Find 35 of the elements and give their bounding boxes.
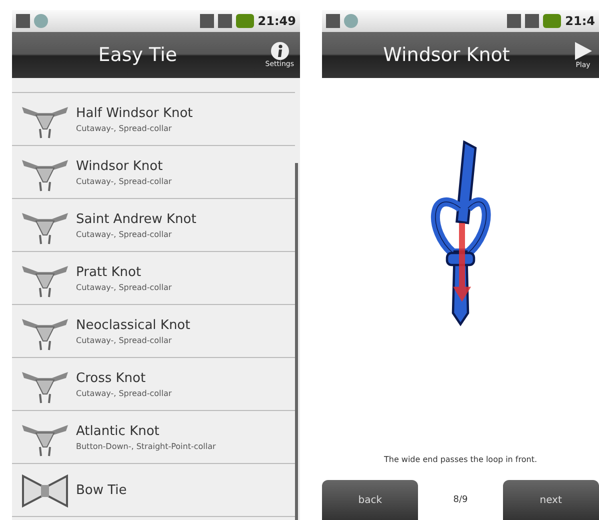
collar-types: Cutaway-, Spread-collar [76,176,172,186]
info-icon [270,42,289,60]
collar-types: Cutaway-, Spread-collar [76,388,172,398]
screen-title: Windsor Knot [382,44,511,66]
knot-list-item[interactable]: Saint Andrew Knot Cutaway-, Spread-collar [12,199,295,252]
knot-list-item[interactable]: Bow Tie [12,464,295,517]
knot-list-item[interactable]: Atlantic Knot Button-Down-, Straight-Point-collar [12,411,295,464]
collar-types: Button-Down-, Straight-Point-collar [76,442,216,450]
knot-name: Windsor Knot [76,158,164,174]
knot-name: Half Windsor Knot [76,106,193,120]
page-indicator: 8/9 [452,494,469,507]
app-title: Easy Tie [97,44,178,66]
collar-types: Cutaway-, Spread-collar [76,282,172,292]
knot-name: Atlantic Knot [76,424,160,438]
knot-name: Bow Tie [76,482,127,498]
back-button[interactable]: back [322,480,418,520]
knot-name: Cross Knot [76,370,147,386]
knot-list-item[interactable]: Pratt Knot Cutaway-, Spread-collar [12,252,295,305]
knot-name: Pratt Knot [76,264,142,280]
knot-list-item[interactable]: Neoclassical Knot Cutaway-, Spread-collar [12,305,295,358]
next-button[interactable]: next [502,480,599,520]
knot-list-item[interactable]: Half Windsor Knot Cutaway-, Spread-collar [12,93,295,146]
knot-list-item[interactable]: Windsor Knot Cutaway-, Spread-collar [12,146,295,199]
step-caption: The wide end passes the loop in front. [382,455,538,464]
play-icon [573,41,593,61]
knot-name: Saint Andrew Knot [76,212,196,226]
battery-icon [543,14,562,28]
knot-name: Neoclassical Knot [76,318,190,332]
status-time: 21:49 [258,14,296,28]
collar-types: Cutaway-, Spread-collar [76,336,173,344]
collar-types: Cutaway-, Spread-collar [76,230,173,238]
knot-list-item[interactable]: Cross Knot Cutaway-, Spread-collar [12,358,295,411]
battery-icon [236,14,254,28]
collar-types: Cutaway-, Spread-collar [76,124,173,132]
status-time: 21:4 [565,14,595,28]
